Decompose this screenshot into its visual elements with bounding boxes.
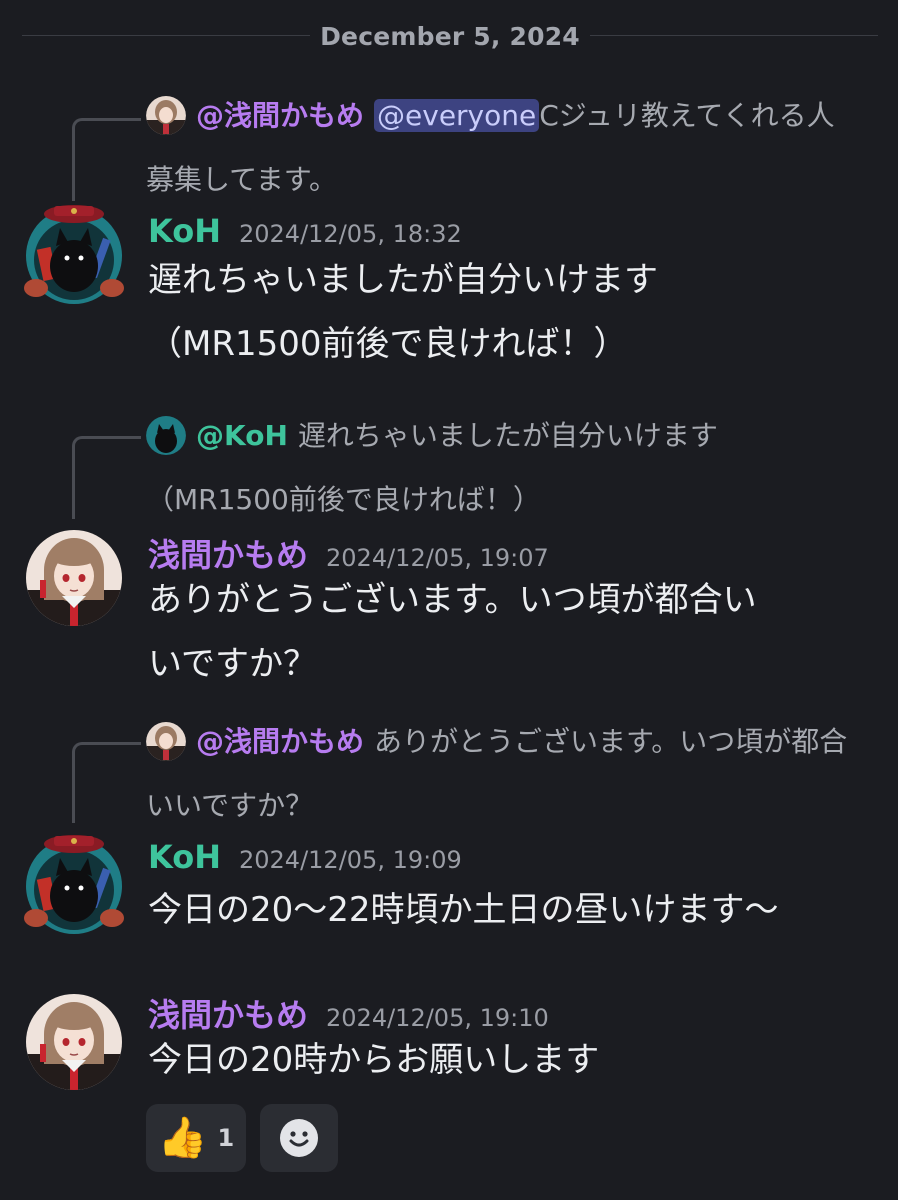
timestamp[interactable]: 2024/12/05, 19:09 xyxy=(239,846,462,874)
reply-author[interactable]: @KoH xyxy=(196,419,288,452)
reply-avatar-asama xyxy=(146,95,186,135)
asama-avatar[interactable] xyxy=(26,530,122,626)
message-content: 今日の20時からお願いします xyxy=(148,1028,858,1092)
everyone-mention[interactable]: @everyone xyxy=(374,99,540,132)
message-line: ありがとうございます。いつ頃が都合い xyxy=(148,580,757,620)
reply-preview[interactable]: @KoH 遅れちゃいましたが自分いけます（MR1500前後で良ければ！） xyxy=(146,404,858,532)
reply-author[interactable]: @浅間かもめ xyxy=(196,99,364,132)
reply-connector xyxy=(72,436,141,519)
reply-preview[interactable]: @浅間かもめ @everyone Cジュリ教えてくれる人募集してます。 xyxy=(146,84,858,212)
message-content: 遅れちゃいましたが自分いけます （MR1500前後で良ければ！） xyxy=(148,248,858,376)
add-reaction-icon xyxy=(280,1119,318,1157)
reaction-thumbs-up[interactable]: 👍 1 xyxy=(146,1104,246,1172)
message-line: 今日の20〜22時頃か土日の昼いけます〜 xyxy=(148,890,779,930)
author-name[interactable]: KoH xyxy=(148,212,221,250)
timestamp[interactable]: 2024/12/05, 18:32 xyxy=(239,220,462,248)
reaction-count: 1 xyxy=(217,1124,235,1152)
asama-avatar[interactable] xyxy=(26,994,122,1090)
koh-avatar[interactable] xyxy=(24,205,124,304)
reply-avatar-koh xyxy=(146,415,186,455)
message-line: （MR1500前後で良ければ！） xyxy=(148,324,628,364)
message-line: いですか？ xyxy=(148,644,317,684)
reply-author[interactable]: @浅間かもめ xyxy=(196,725,364,758)
message-line: 遅れちゃいましたが自分いけます xyxy=(148,260,658,300)
divider-date: December 5, 2024 xyxy=(320,22,580,51)
date-divider: December 5, 2024 xyxy=(22,18,878,52)
message-header: KoH 2024/12/05, 19:09 xyxy=(148,838,462,882)
reply-preview[interactable]: @浅間かもめ ありがとうございます。いつ頃が都合いいですか？ xyxy=(146,710,858,838)
reply-connector xyxy=(72,742,141,823)
add-reaction-button[interactable] xyxy=(260,1104,338,1172)
koh-avatar[interactable] xyxy=(24,835,124,934)
thumbs-up-icon: 👍 xyxy=(157,1115,208,1161)
message-content: 今日の20〜22時頃か土日の昼いけます〜 xyxy=(148,878,858,942)
reply-connector xyxy=(72,118,141,201)
divider-line-right xyxy=(590,35,878,36)
message-content: ありがとうございます。いつ頃が都合い いですか？ xyxy=(148,568,858,696)
author-name[interactable]: KoH xyxy=(148,838,221,876)
reply-avatar-asama xyxy=(146,721,186,761)
message-line: 今日の20時からお願いします xyxy=(148,1040,600,1080)
